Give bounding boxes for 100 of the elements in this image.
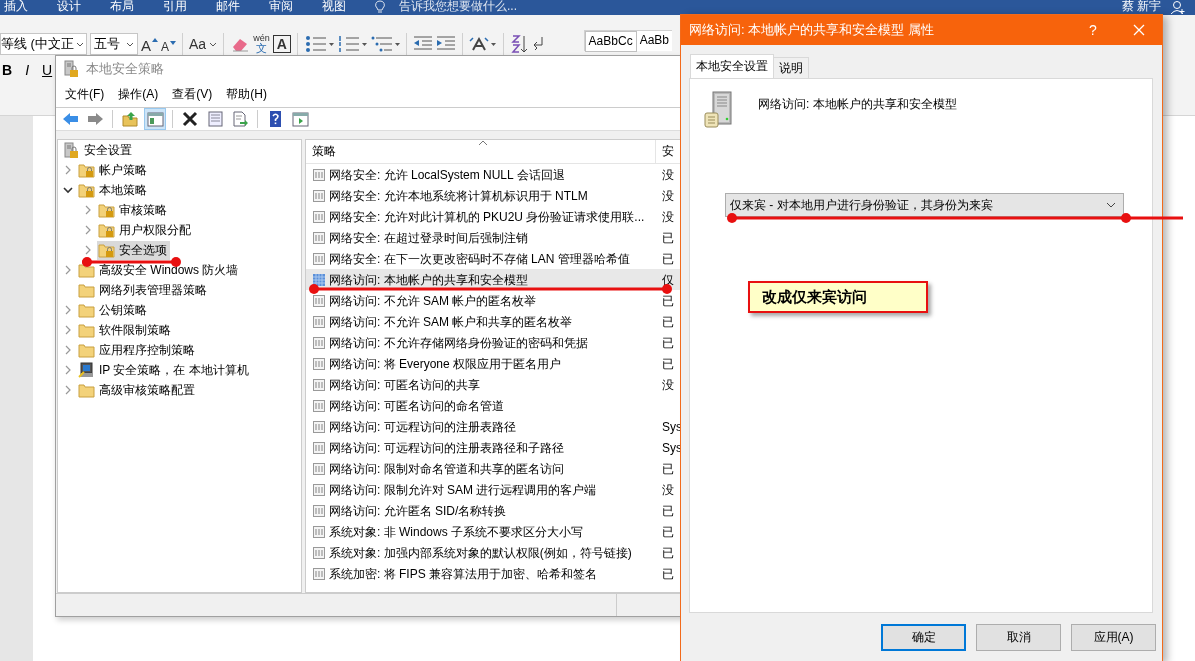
policy-row[interactable]: 网络安全: 在下一次更改密码时不存储 LAN 管理器哈希值 已 [306, 248, 684, 269]
policy-row[interactable]: 网络安全: 在超过登录时间后强制注销 已 [306, 227, 684, 248]
tree-item[interactable]: IP 安全策略，在 本地计算机 [77, 360, 252, 380]
properties-icon [206, 111, 224, 127]
policy-icon [312, 461, 326, 476]
tree-item[interactable]: 用户权限分配 [97, 220, 194, 240]
policy-name: 网络安全: 允许 LocalSystem NULL 会话回退 [329, 167, 566, 182]
policy-setting: 没 [662, 209, 674, 224]
policy-setting: 已 [662, 335, 674, 350]
back-arrow-icon [61, 111, 79, 127]
format-button[interactable]: U [42, 62, 53, 78]
ribbon-tab[interactable]: 引用 [163, 0, 216, 13]
menu-item[interactable]: 操作(A) [118, 86, 159, 101]
ribbon-tab[interactable]: 布局 [110, 0, 163, 13]
policy-row[interactable]: 网络访问: 将 Everyone 权限应用于匿名用户 已 [306, 353, 684, 374]
font-name-field[interactable]: 等线 (中文正 [0, 33, 87, 55]
delete-icon [181, 111, 199, 127]
dialog-button[interactable]: 应用(A) [1071, 624, 1156, 651]
policy-row[interactable]: 网络访问: 可匿名访问的共享 没 [306, 374, 684, 395]
server-icon [703, 91, 735, 129]
policy-setting: 已 [662, 503, 674, 518]
column-header[interactable]: 安 [656, 140, 684, 163]
folder-icon [78, 282, 95, 298]
policy-name: 网络访问: 限制对命名管道和共享的匿名访问 [329, 461, 565, 476]
tree-item[interactable]: 审核策略 [97, 200, 170, 220]
dialog-button[interactable]: 确定 [881, 624, 966, 651]
policy-row[interactable]: 网络安全: 允许对此计算机的 PKU2U 身份验证请求使用联... 没 [306, 206, 684, 227]
policy-name: 网络访问: 可匿名访问的共享 [329, 377, 481, 392]
setting-dropdown[interactable]: 仅来宾 - 对本地用户进行身份验证，其身份为来宾 [725, 193, 1124, 217]
ribbon-tab[interactable]: 审阅 [269, 0, 322, 13]
format-button[interactable]: B [2, 62, 13, 78]
ribbon-tab[interactable]: 邮件 [216, 0, 269, 13]
policy-row[interactable]: 网络访问: 限制允许对 SAM 进行远程调用的客户端 没 [306, 479, 684, 500]
dialog-tab[interactable]: 本地安全设置 [690, 54, 774, 78]
character-border-button[interactable]: A [272, 35, 291, 53]
window-title: 本地安全策略 [86, 60, 164, 78]
menu-item[interactable]: 帮助(H) [226, 86, 267, 101]
policy-name: 网络安全: 允许本地系统将计算机标识用于 NTLM [329, 188, 589, 203]
user-name[interactable]: 蔡 新宇 [1121, 0, 1161, 13]
policy-row[interactable]: 网络访问: 不允许 SAM 帐户的匿名枚举 已 [306, 290, 684, 311]
policy-row[interactable]: 网络访问: 允许匿名 SID/名称转换 已 [306, 500, 684, 521]
policy-setting: 已 [662, 566, 674, 581]
change-case-button[interactable]: Aa [189, 37, 218, 51]
policy-icon [312, 356, 326, 371]
policy-row[interactable]: 网络访问: 不允许存储网络身份验证的密码和凭据 已 [306, 332, 684, 353]
bulleted-list-icon[interactable] [303, 35, 334, 53]
increase-indent-icon[interactable] [435, 36, 456, 52]
font-size-field[interactable]: 五号 [90, 33, 138, 55]
policy-icon [312, 230, 326, 245]
policy-setting: 没 [662, 482, 674, 497]
policy-row[interactable]: 网络安全: 允许本地系统将计算机标识用于 NTLM 没 [306, 185, 684, 206]
tree-item[interactable]: 高级审核策略配置 [77, 380, 198, 400]
tree-item[interactable]: 高级安全 Windows 防火墙 [77, 260, 242, 280]
dialog-title: 网络访问: 本地帐户的共享和安全模型 属性 [688, 21, 935, 39]
text-direction-icon[interactable] [468, 36, 497, 52]
chevron-down-icon[interactable] [62, 184, 74, 196]
dialog-tab[interactable]: 说明 [773, 57, 809, 78]
shrink-font-button[interactable]: A [161, 35, 177, 53]
sort-icon[interactable] [509, 34, 528, 54]
column-header[interactable]: 策略 [306, 140, 656, 163]
tree-item[interactable]: 网络列表管理器策略 [77, 280, 210, 300]
dialog-button[interactable]: 取消 [976, 624, 1061, 651]
tree-item[interactable]: 帐户策略 [77, 160, 150, 180]
policy-row[interactable]: 系统加密: 将 FIPS 兼容算法用于加密、哈希和签名 已 [306, 563, 684, 584]
grow-font-button[interactable]: A [141, 35, 158, 53]
tree-item[interactable]: 公钥策略 [77, 300, 150, 320]
ribbon-tab[interactable]: 视图 [322, 0, 375, 13]
policy-setting: 已 [662, 461, 674, 476]
ribbon-tab[interactable]: 设计 [57, 0, 110, 13]
policy-name: 网络访问: 可远程访问的注册表路径和子路径 [329, 440, 565, 455]
policy-setting: 没 [662, 167, 674, 182]
tree-item[interactable]: 应用程序控制策略 [77, 340, 198, 360]
forward-arrow-icon [86, 111, 104, 127]
policy-icon [312, 482, 326, 497]
policy-row[interactable]: 网络访问: 限制对命名管道和共享的匿名访问 已 [306, 458, 684, 479]
policy-name: 系统对象: 非 Windows 子系统不要求区分大小写 [329, 524, 584, 539]
folder-icon [78, 382, 95, 398]
tree-item[interactable]: 安全设置 [62, 140, 135, 160]
tell-me-search[interactable]: 告诉我您想要做什么... [375, 0, 517, 13]
phonetic-guide-button[interactable]: wén 文 [253, 34, 270, 54]
style-option[interactable]: AaBbCc [584, 31, 637, 52]
menu-item[interactable]: 查看(V) [172, 86, 213, 101]
tree-item[interactable]: 软件限制策略 [77, 320, 174, 340]
policy-row[interactable]: 网络访问: 可匿名访问的命名管道 [306, 395, 684, 416]
numbered-list-icon[interactable] [336, 35, 367, 53]
decrease-indent-icon[interactable] [412, 36, 433, 52]
policy-row[interactable]: 系统对象: 加强内部系统对象的默认权限(例如，符号链接) 已 [306, 542, 684, 563]
multilevel-list-icon[interactable] [369, 35, 400, 53]
policy-row[interactable]: 网络安全: 允许 LocalSystem NULL 会话回退 没 [306, 164, 684, 185]
person-icon[interactable] [1171, 0, 1185, 14]
format-button[interactable]: I [25, 62, 29, 78]
ribbon-tab[interactable]: 插入 [4, 0, 57, 13]
tree-item[interactable]: 安全选项 [97, 240, 170, 260]
menu-item[interactable]: 文件(F) [65, 86, 105, 101]
style-option[interactable]: AaBb [636, 31, 672, 50]
folder-icon [78, 342, 95, 358]
policy-row[interactable]: 系统对象: 非 Windows 子系统不要求区分大小写 已 [306, 521, 684, 542]
tree-item[interactable]: 本地策略 [77, 180, 150, 200]
policy-row[interactable]: 网络访问: 不允许 SAM 帐户和共享的匿名枚举 已 [306, 311, 684, 332]
policy-icon [312, 566, 326, 581]
